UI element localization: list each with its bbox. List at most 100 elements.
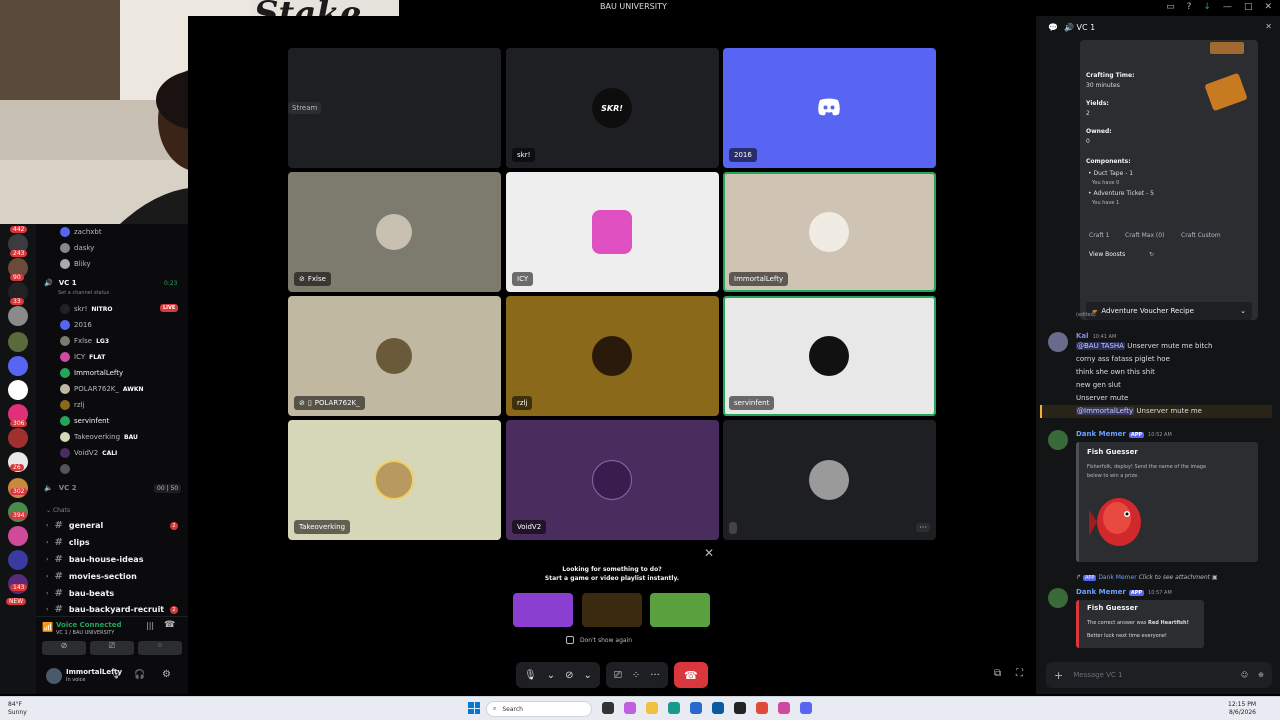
activity-thumbnail[interactable]	[513, 593, 573, 627]
participant-tile[interactable]: 2016	[723, 48, 936, 168]
more-options-icon[interactable]: ···	[916, 523, 930, 532]
voice-member[interactable]: skr! NITRO	[60, 304, 112, 314]
participant-tile[interactable]: ICY	[506, 172, 719, 292]
category-chats[interactable]: ⌄ Chats	[46, 507, 70, 514]
participant-tile[interactable]: ⊘ ▯ POLAR762K_	[288, 296, 501, 416]
reply-reference[interactable]: ↱ APP Dank Memer Click to see attachment…	[1076, 574, 1218, 581]
voice-member[interactable]	[60, 464, 70, 474]
camera-off-icon[interactable]: ⊘	[565, 670, 573, 681]
screen-share-button[interactable]: ⎚	[90, 641, 134, 655]
camera-toggle-button[interactable]: ⊘	[42, 641, 86, 655]
settings-gear-icon[interactable]: ⚙	[162, 669, 171, 680]
leave-call-button[interactable]: ☎	[673, 662, 708, 688]
voice-member[interactable]: Takeoverking BAU	[60, 432, 138, 442]
activity-thumbnail[interactable]	[650, 593, 710, 627]
chrome-icon[interactable]	[756, 702, 768, 714]
participant-tile[interactable]: servinfent	[723, 296, 936, 416]
avatar[interactable]	[1048, 588, 1068, 608]
voice-member[interactable]: dasky	[60, 243, 94, 253]
chevron-down-icon[interactable]: ⌄	[583, 670, 591, 681]
emoji-icon[interactable]: ☺	[1241, 671, 1248, 679]
server-icon[interactable]	[8, 526, 28, 546]
voice-member[interactable]: rzlj	[60, 400, 84, 410]
server-icon[interactable]	[8, 356, 28, 376]
participant-tile[interactable]: Takeoverking	[288, 420, 501, 540]
participant-tile[interactable]: ⊘ Fxlse	[288, 172, 501, 292]
store-icon[interactable]	[690, 702, 702, 714]
noise-suppression-icon[interactable]: |||	[146, 621, 154, 630]
mic-control[interactable]: 🎙 ⌄ ⊘ ⌄	[516, 662, 600, 688]
app-icon[interactable]	[734, 702, 746, 714]
avatar[interactable]	[1048, 332, 1068, 352]
system-clock[interactable]: 12:15 PM 8/6/2026	[1228, 701, 1256, 717]
avatar[interactable]	[1048, 430, 1068, 450]
server-icon[interactable]	[8, 550, 28, 570]
recipe-select[interactable]: ▰ Adventure Voucher Recipe ⌄	[1086, 302, 1252, 320]
refresh-button[interactable]: ↻	[1144, 247, 1160, 261]
chevron-down-icon[interactable]: ⌄	[547, 670, 555, 681]
channel-status-hint[interactable]: Set a channel status	[58, 290, 109, 296]
channel-movies-section[interactable]: › # movies-section	[46, 571, 137, 582]
message-author[interactable]: Kal 10:41 AM	[1076, 332, 1116, 340]
view-boosts-button[interactable]: View Boosts	[1084, 247, 1131, 261]
server-icon[interactable]	[8, 332, 28, 352]
mic-icon[interactable]: 🎙	[110, 670, 121, 680]
task-view-icon[interactable]	[602, 702, 614, 714]
apps-icon[interactable]: ⊕	[1258, 671, 1264, 679]
taskbar-search[interactable]: ⌕ Search	[486, 701, 592, 717]
participant-tile[interactable]: ···	[723, 420, 936, 540]
inbox-icon[interactable]: ▭	[1166, 2, 1175, 12]
message-author[interactable]: Dank Memer APP 10:52 AM	[1076, 430, 1172, 438]
share-control[interactable]: ⎚ ⁘ ···	[605, 662, 668, 688]
craft-max-button[interactable]: Craft Max (0)	[1120, 228, 1170, 242]
minimize-icon[interactable]: —	[1223, 2, 1232, 12]
channel-bau-backyard-recruit[interactable]: › # bau-backyard-recruit	[46, 604, 164, 615]
fullscreen-icon[interactable]: ⛶	[1016, 668, 1023, 679]
voice-member[interactable]: VoidV2 CALI	[60, 448, 117, 458]
voice-channel-vc2[interactable]: 🔈 VC 2	[44, 484, 77, 492]
popout-icon[interactable]: ⧉	[994, 668, 1001, 679]
plus-icon[interactable]: +	[1054, 669, 1063, 682]
participant-tile[interactable]: SKR! skr!	[506, 48, 719, 168]
server-icon[interactable]	[8, 306, 28, 326]
more-icon[interactable]: ···	[650, 670, 660, 681]
mention[interactable]: @BAU TASHA	[1076, 342, 1125, 350]
copilot-icon[interactable]	[624, 702, 636, 714]
voice-member[interactable]: 2016	[60, 320, 92, 330]
close-window-icon[interactable]: ✕	[1264, 2, 1272, 12]
file-explorer-icon[interactable]	[646, 702, 658, 714]
disconnect-icon[interactable]: ☎	[164, 620, 175, 630]
channel-clips[interactable]: › # clips	[46, 537, 90, 548]
channel-general[interactable]: › # general	[46, 520, 103, 531]
voice-member[interactable]: ICY FLAT	[60, 352, 105, 362]
server-icon[interactable]	[8, 380, 28, 400]
mail-icon[interactable]	[712, 702, 724, 714]
headset-icon[interactable]: 🎧	[134, 670, 145, 680]
checkbox[interactable]	[566, 636, 574, 644]
craft-1-button[interactable]: Craft 1	[1084, 228, 1115, 242]
voice-member[interactable]: zachxbt	[60, 227, 102, 237]
start-icon[interactable]	[468, 702, 480, 714]
mic-icon[interactable]: 🎙	[524, 670, 537, 681]
participant-tile[interactable]: ImmortalLefty	[723, 172, 936, 292]
voice-member[interactable]: Fxlse LG3	[60, 336, 109, 346]
discord-taskbar-icon[interactable]	[800, 702, 812, 714]
edge-icon[interactable]	[668, 702, 680, 714]
fish-image[interactable]	[1089, 488, 1145, 552]
mention[interactable]: @ImmortalLefty	[1076, 407, 1135, 415]
channel-bau-beats[interactable]: › # bau-beats	[46, 588, 114, 599]
maximize-icon[interactable]: □	[1244, 2, 1253, 12]
activities-button[interactable]: ⁘	[138, 641, 182, 655]
channel-bau-house-ideas[interactable]: › # bau-house-ideas	[46, 554, 143, 565]
voice-member[interactable]: ImmortalLefty	[60, 368, 123, 378]
close-icon[interactable]: ✕	[704, 546, 714, 560]
avatar[interactable]	[46, 668, 62, 684]
participant-tile[interactable]: Stream	[288, 48, 501, 168]
activity-thumbnail[interactable]	[582, 593, 642, 627]
help-icon[interactable]: ?	[1187, 2, 1192, 12]
message-author[interactable]: Dank Memer APP 10:57 AM	[1076, 588, 1172, 596]
download-icon[interactable]: ↓	[1203, 2, 1211, 12]
participant-tile[interactable]: VoidV2	[506, 420, 719, 540]
dont-show-again[interactable]: Don't show again	[566, 636, 632, 644]
craft-custom-button[interactable]: Craft Custom	[1176, 228, 1226, 242]
